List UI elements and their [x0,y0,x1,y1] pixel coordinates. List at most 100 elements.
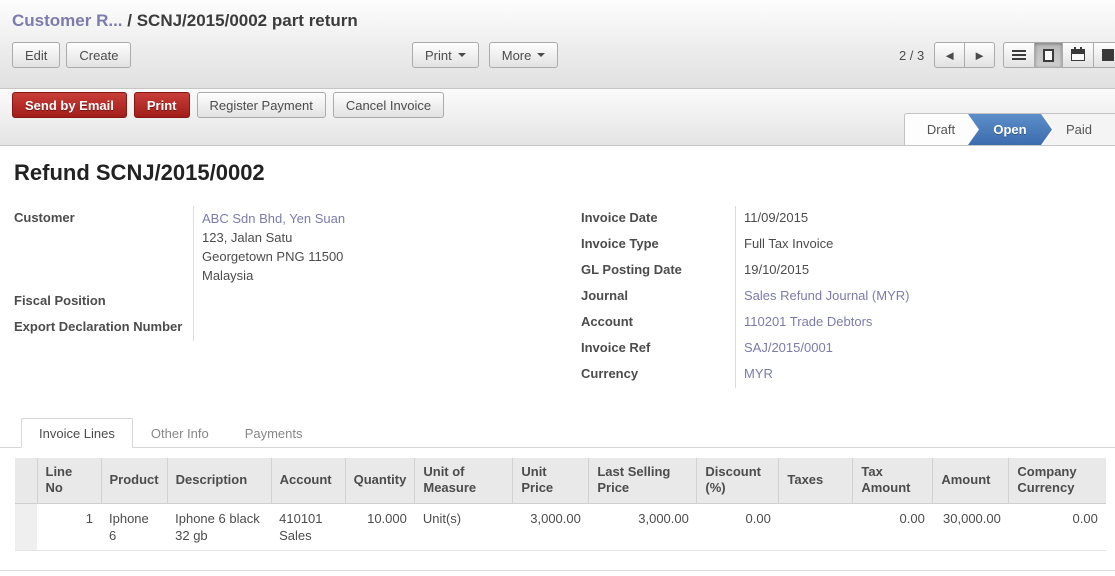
cell-tax-amount: 0.00 [853,503,933,550]
pager-counter: 2 / 3 [899,48,924,63]
field-value[interactable]: SAJ/2015/0001 [735,336,1101,362]
export-declaration-label: Export Declaration Number [14,315,193,341]
table-body: 1Iphone 6Iphone 6 black 32 gb410101 Sale… [15,503,1106,550]
view-switcher [1003,42,1115,68]
print-dropdown-button[interactable]: Print [412,42,479,68]
customer-link[interactable]: ABC Sdn Bhd, Yen Suan [202,210,579,228]
form-sheet: Refund SCNJ/2015/0002 Customer ABC Sdn B… [0,146,1115,551]
column-header: Unit of Measure [415,458,513,503]
field-value: Full Tax Invoice [735,232,1101,258]
page-title: Refund SCNJ/2015/0002 [14,160,1115,186]
column-header: Quantity [345,458,415,503]
field-label: Invoice Type [581,232,735,258]
print-action-button[interactable]: Print [134,92,190,118]
pager-and-views: 2 / 3 ◄ ► [899,42,1115,68]
invoice-lines-table: Line NoProductDescriptionAccountQuantity… [15,458,1106,551]
field-label: GL Posting Date [581,258,735,284]
column-header: Discount (%) [697,458,779,503]
pager-previous-button[interactable]: ◄ [934,42,965,68]
left-field-group: Customer ABC Sdn Bhd, Yen Suan 123, Jala… [14,206,579,388]
cell-description: Iphone 6 black 32 gb [167,503,271,550]
export-declaration-value [193,315,579,341]
calendar-view-icon [1071,49,1085,61]
field-label: Account [581,310,735,336]
top-header-band: Customer R... / SCNJ/2015/0002 part retu… [0,0,1115,89]
field-label: Invoice Date [581,206,735,232]
chevron-down-icon [458,53,466,57]
column-header: Account [271,458,345,503]
status-bar: DraftOpenPaid [904,113,1115,145]
customer-address: 123, Jalan SatuGeorgetown PNG 11500Malay… [202,228,579,285]
column-header: Tax Amount [853,458,933,503]
center-buttons: Print More [71,42,899,68]
address-line: Georgetown PNG 11500 [202,247,579,266]
cell-taxes [779,503,853,550]
customer-label: Customer [14,206,193,289]
column-header: Taxes [779,458,853,503]
cell-product: Iphone 6 [101,503,167,550]
register-payment-button[interactable]: Register Payment [197,92,326,118]
column-header: Description [167,458,271,503]
graph-view-icon [1102,49,1114,61]
field-label: Currency [581,362,735,388]
status-step-paid: Paid [1043,114,1115,145]
column-header: Product [101,458,167,503]
field-value: 19/10/2015 [735,258,1101,284]
print-dropdown-label: Print [425,48,452,63]
address-line: Malaysia [202,266,579,285]
field-value[interactable]: 110201 Trade Debtors [735,310,1101,336]
status-step-open: Open [968,114,1052,145]
breadcrumb-current: SCNJ/2015/0002 part return [137,11,358,30]
breadcrumb: Customer R... / SCNJ/2015/0002 part retu… [12,0,1103,31]
column-header: Unit Price [513,458,589,503]
cell-line-no: 1 [37,503,101,550]
tab-other-info[interactable]: Other Info [133,418,227,448]
cell-handle [15,503,37,550]
arrow-left-icon: ◄ [943,49,956,62]
fiscal-position-label: Fiscal Position [14,289,193,315]
column-header: Line No [37,458,101,503]
list-view-button[interactable] [1003,42,1035,68]
right-field-group: Invoice Date11/09/2015Invoice TypeFull T… [581,206,1101,388]
invoice-line-row[interactable]: 1Iphone 6Iphone 6 black 32 gb410101 Sale… [15,503,1106,550]
field-groups: Customer ABC Sdn Bhd, Yen Suan 123, Jala… [0,206,1115,388]
cell-company-currency: 0.00 [1009,503,1106,550]
graph-view-button[interactable] [1093,42,1115,68]
field-value[interactable]: MYR [735,362,1101,388]
fiscal-position-value [193,289,579,315]
chevron-down-icon [537,53,545,57]
column-header: Company Currency [1009,458,1106,503]
breadcrumb-parent[interactable]: Customer R... [12,11,123,30]
tab-invoice-lines[interactable]: Invoice Lines [21,418,133,448]
calendar-view-button[interactable] [1062,42,1094,68]
more-dropdown-label: More [502,48,532,63]
cell-last-selling-price: 3,000.00 [589,503,697,550]
field-value: 11/09/2015 [735,206,1101,232]
cell-account: 410101 Sales [271,503,345,550]
address-line: 123, Jalan Satu [202,228,579,247]
table-header-row: Line NoProductDescriptionAccountQuantity… [15,458,1106,503]
control-row: Edit Create Print More 2 / 3 ◄ ► [12,42,1103,68]
cell-quantity: 10.000 [345,503,415,550]
status-step-draft: Draft [905,114,977,145]
arrow-right-icon: ► [973,49,986,62]
form-view-button[interactable] [1034,42,1063,68]
cell-unit-price: 3,000.00 [513,503,589,550]
send-by-email-button[interactable]: Send by Email [12,92,127,118]
customer-value: ABC Sdn Bhd, Yen Suan 123, Jalan SatuGeo… [193,206,579,289]
pager-next-button[interactable]: ► [964,42,995,68]
notebook-tabs: Invoice LinesOther InfoPayments [0,418,1115,448]
field-label: Journal [581,284,735,310]
action-band: Send by Email Print Register Payment Can… [0,89,1115,146]
cell-amount: 30,000.00 [933,503,1009,550]
edit-button[interactable]: Edit [12,42,60,68]
tab-payments[interactable]: Payments [227,418,321,448]
form-view-icon [1043,49,1054,62]
sheet-bottom-divider [0,570,1115,571]
column-header: Amount [933,458,1009,503]
cancel-invoice-button[interactable]: Cancel Invoice [333,92,444,118]
more-dropdown-button[interactable]: More [489,42,559,68]
invoice-refund-screen: Customer R... / SCNJ/2015/0002 part retu… [0,0,1115,576]
field-value[interactable]: Sales Refund Journal (MYR) [735,284,1101,310]
cell-unit-of-measure: Unit(s) [415,503,513,550]
